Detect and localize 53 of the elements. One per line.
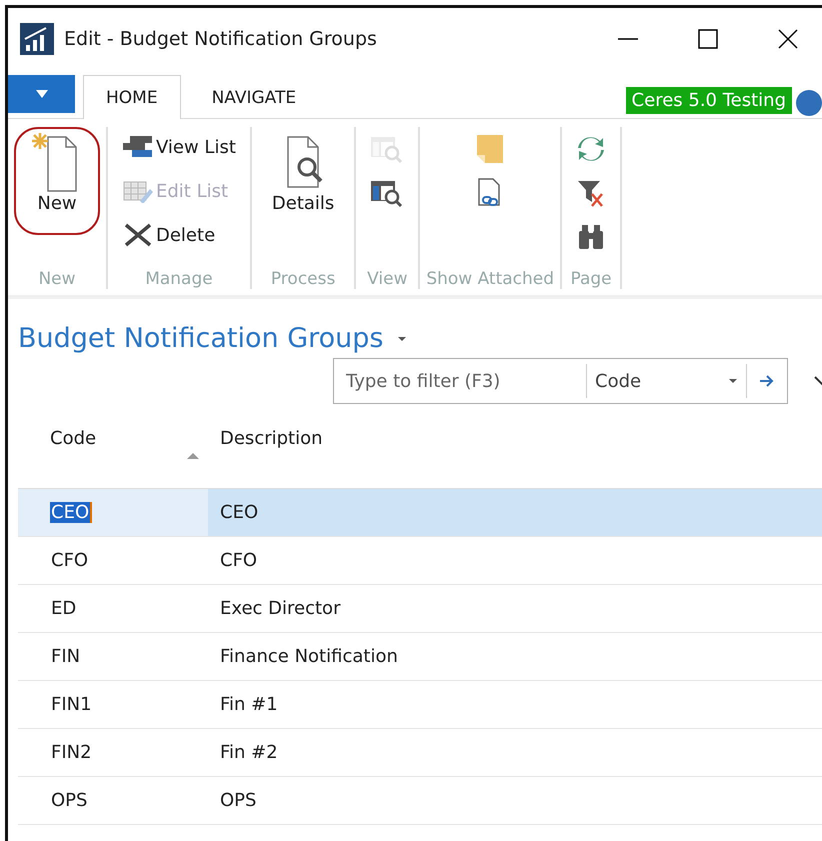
table-cell: FIN1 (50, 694, 93, 715)
delete-icon (122, 222, 154, 248)
table-cell: OPS (50, 790, 88, 811)
ribbon-button[interactable]: Delete (114, 217, 244, 253)
table-cell: Fin #2 (220, 742, 278, 763)
ribbon-button[interactable]: View List (114, 129, 244, 165)
window-title: Edit - Budget Notification Groups (64, 28, 377, 50)
list-icon (122, 135, 154, 159)
table-cell: OPS (220, 790, 256, 811)
table-cell: Fin #1 (220, 694, 278, 715)
table-row[interactable]: FIN2 Fin #2 (18, 729, 822, 777)
ribbon-group-label: Manage (145, 269, 213, 289)
ribbon-button[interactable]: New (14, 127, 100, 235)
column-header[interactable]: Description (208, 412, 822, 488)
ribbon-group-label: New (38, 269, 76, 289)
filter-column-dropdown[interactable]: Code (586, 364, 746, 398)
table-cell: CEO (50, 502, 92, 523)
ribbon-group-label: Page (570, 269, 612, 289)
ribbon-group-label: Show Attached (426, 269, 554, 289)
table-cell: Exec Director (220, 598, 340, 619)
ribbon-group-label: View (367, 269, 408, 289)
page-title: Budget Notification Groups (18, 323, 384, 354)
caret-icon (728, 378, 738, 384)
maximize-icon[interactable] (696, 27, 720, 51)
edit-table-icon (122, 179, 154, 203)
table-row[interactable]: ED Exec Director (18, 585, 822, 633)
arrow-right-icon (758, 375, 775, 387)
table-row[interactable]: FIN Finance Notification (18, 633, 822, 681)
table-row[interactable]: OPS OPS (18, 777, 822, 825)
table-cell: CEO (220, 502, 258, 523)
filter-bar[interactable]: Type to filter (F3) Code (333, 358, 788, 404)
refresh-icon (576, 134, 606, 164)
table-cell: CFO (50, 550, 90, 571)
table-cell: CFO (220, 550, 258, 571)
ribbon-tab[interactable]: HOME (83, 75, 181, 119)
sort-ascending-icon[interactable] (186, 452, 200, 460)
table-row[interactable]: FIN1 Fin #1 (18, 681, 822, 729)
table-row[interactable]: CFO CFO (18, 537, 822, 585)
table-search-icon (370, 135, 404, 163)
table-search-icon (370, 179, 404, 207)
caret-icon[interactable] (397, 336, 408, 342)
table-cell: Finance Notification (220, 646, 398, 667)
ribbon-tab[interactable]: NAVIGATE (188, 75, 320, 119)
table-cell: ED (50, 598, 78, 619)
column-header[interactable]: Code (18, 412, 208, 488)
table-cell: FIN2 (50, 742, 93, 763)
close-icon[interactable] (776, 27, 800, 51)
environment-badge: Ceres 5.0 Testing (626, 87, 792, 114)
chart-app-icon (20, 23, 54, 55)
ribbon-group-label: Process (270, 269, 336, 289)
ribbon-button[interactable]: Details (258, 127, 348, 235)
caret-icon (34, 89, 48, 99)
table-cell: FIN (50, 646, 82, 667)
